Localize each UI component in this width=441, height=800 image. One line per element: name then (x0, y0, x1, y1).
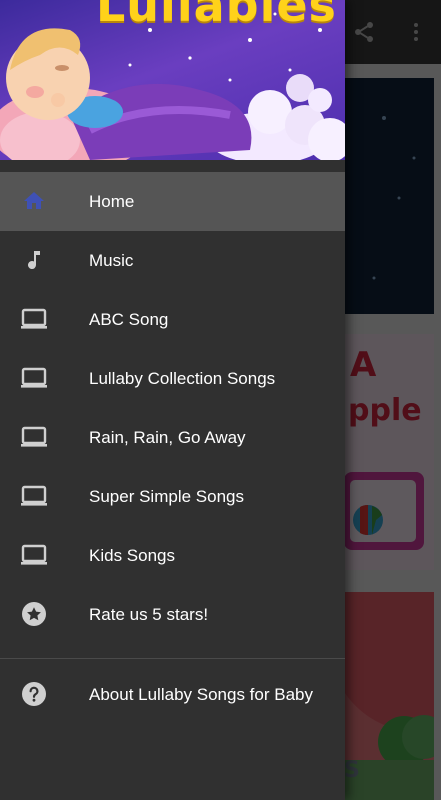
menu-item-rate-us[interactable]: Rate us 5 stars! (0, 585, 345, 644)
help-circle-icon (20, 680, 48, 708)
menu-item-label: Music (89, 251, 134, 270)
drawer-menu: Home Music ABC Song Lullaby Collection S… (0, 172, 345, 724)
star-circle-icon (20, 600, 48, 628)
menu-item-about[interactable]: About Lullaby Songs for Baby (0, 665, 345, 724)
menu-item-kids-songs[interactable]: Kids Songs (0, 526, 345, 585)
menu-item-home[interactable]: Home (0, 172, 345, 231)
header-title: Lullabies (96, 0, 337, 32)
home-icon (20, 187, 48, 215)
navigation-drawer: Lullabies Home Music ABC Song Lullaby Co… (0, 0, 345, 800)
menu-item-label: About Lullaby Songs for Baby (89, 685, 313, 704)
menu-item-super-simple-songs[interactable]: Super Simple Songs (0, 467, 345, 526)
menu-item-label: Home (89, 192, 135, 211)
menu-item-label: ABC Song (89, 310, 169, 329)
laptop-icon (20, 423, 48, 451)
menu-item-music[interactable]: Music (0, 231, 345, 290)
menu-item-label: Super Simple Songs (89, 487, 244, 506)
laptop-icon (20, 364, 48, 392)
menu-item-lullaby-collection[interactable]: Lullaby Collection Songs (0, 349, 345, 408)
menu-item-rain-rain[interactable]: Rain, Rain, Go Away (0, 408, 345, 467)
menu-item-abc-song[interactable]: ABC Song (0, 290, 345, 349)
menu-item-label: Lullaby Collection Songs (89, 369, 276, 388)
laptop-icon (20, 482, 48, 510)
menu-item-label: Kids Songs (89, 546, 175, 565)
laptop-icon (20, 541, 48, 569)
laptop-icon (20, 305, 48, 333)
menu-item-label: Rate us 5 stars! (89, 605, 209, 624)
drawer-header: Lullabies (0, 0, 345, 160)
music-note-icon (20, 246, 48, 274)
menu-item-label: Rain, Rain, Go Away (89, 428, 246, 447)
drawer-divider (0, 658, 345, 659)
